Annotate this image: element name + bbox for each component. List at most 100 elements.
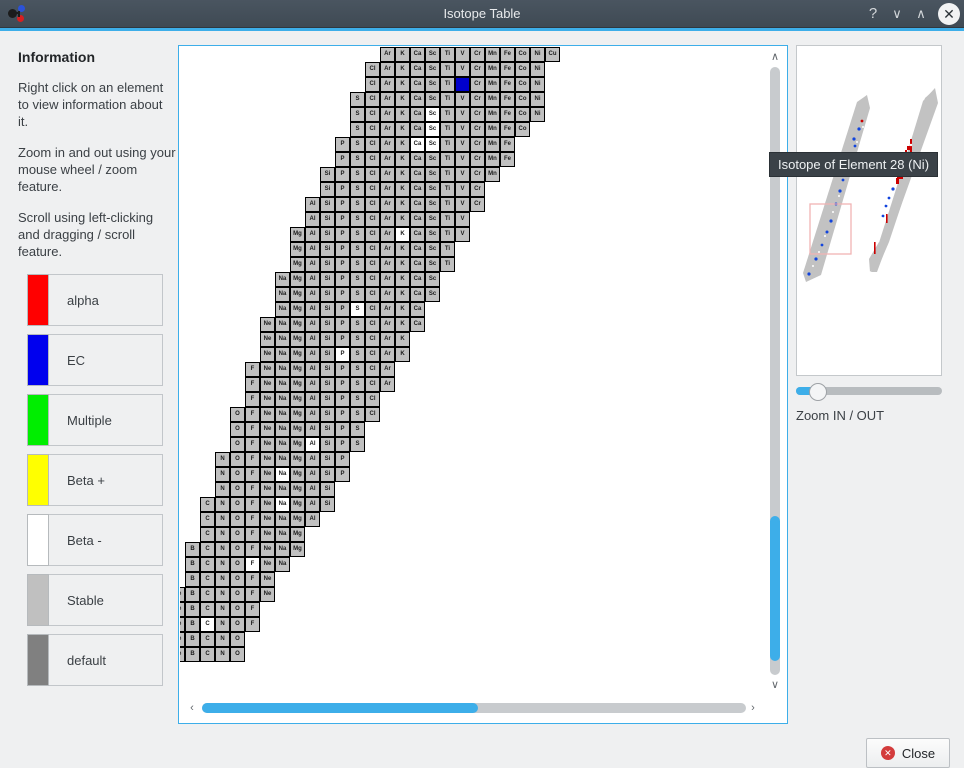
isotope-cell[interactable]: S <box>350 272 365 287</box>
isotope-cell[interactable]: Na <box>275 302 290 317</box>
isotope-cell[interactable]: V <box>455 92 470 107</box>
isotope-cell[interactable]: Ne <box>260 557 275 572</box>
isotope-cell[interactable]: Cl <box>365 347 380 362</box>
isotope-cell[interactable]: Ne <box>260 572 275 587</box>
isotope-cell[interactable]: S <box>350 212 365 227</box>
isotope-cell[interactable]: S <box>350 362 365 377</box>
isotope-cell[interactable]: P <box>335 377 350 392</box>
isotope-cell[interactable]: Cu <box>545 47 560 62</box>
isotope-cell[interactable]: Ca <box>410 167 425 182</box>
minimap-overview[interactable] <box>796 45 942 376</box>
isotope-cell[interactable]: Mg <box>290 422 305 437</box>
isotope-cell[interactable]: P <box>335 287 350 302</box>
isotope-cell[interactable]: V <box>455 167 470 182</box>
isotope-cell[interactable]: Cr <box>470 167 485 182</box>
isotope-cell[interactable]: N <box>215 467 230 482</box>
isotope-cell[interactable]: Mg <box>290 347 305 362</box>
isotope-cell[interactable]: S <box>350 317 365 332</box>
isotope-cell[interactable]: F <box>245 467 260 482</box>
isotope-cell[interactable]: V <box>455 152 470 167</box>
isotope-cell[interactable]: Ne <box>260 512 275 527</box>
isotope-cell[interactable]: K <box>395 107 410 122</box>
isotope-cell[interactable]: S <box>350 257 365 272</box>
isotope-cell[interactable]: O <box>230 647 245 662</box>
isotope-cell[interactable]: Co <box>515 47 530 62</box>
isotope-cell[interactable]: Na <box>275 497 290 512</box>
isotope-cell[interactable]: P <box>335 182 350 197</box>
isotope-cell[interactable]: Cr <box>470 182 485 197</box>
isotope-cell[interactable]: O <box>230 452 245 467</box>
isotope-cell[interactable]: Na <box>275 557 290 572</box>
isotope-cell[interactable]: Mg <box>290 497 305 512</box>
isotope-cell[interactable]: Cl <box>365 287 380 302</box>
isotope-cell[interactable]: K <box>395 317 410 332</box>
isotope-cell[interactable]: Si <box>320 377 335 392</box>
isotope-cell[interactable]: N <box>215 647 230 662</box>
close-icon[interactable]: ✕ <box>938 3 960 25</box>
isotope-cell[interactable]: Ar <box>380 287 395 302</box>
isotope-cell[interactable]: V <box>455 122 470 137</box>
isotope-cell[interactable]: K <box>395 197 410 212</box>
isotope-cell[interactable]: Ar <box>380 47 395 62</box>
isotope-cell[interactable]: Cl <box>365 107 380 122</box>
isotope-cell[interactable]: Na <box>275 332 290 347</box>
isotope-cell[interactable]: C <box>200 647 215 662</box>
isotope-cell[interactable]: Ne <box>260 362 275 377</box>
isotope-chart-viewport[interactable]: Ar K Ca Sc Ti V Cr Mn Fe Co Ni Cu Cl Ar K Ca Sc Ti V Cr Mn Fe… <box>180 47 765 695</box>
isotope-cell[interactable]: Cl <box>365 242 380 257</box>
isotope-cell[interactable]: P <box>335 167 350 182</box>
isotope-cell[interactable]: F <box>245 527 260 542</box>
isotope-cell[interactable]: Mg <box>290 362 305 377</box>
isotope-cell[interactable]: Cr <box>470 152 485 167</box>
isotope-cell[interactable]: Ca <box>410 122 425 137</box>
isotope-cell[interactable]: S <box>350 377 365 392</box>
isotope-cell[interactable]: F <box>245 422 260 437</box>
isotope-cell[interactable]: B <box>185 602 200 617</box>
isotope-cell[interactable]: V <box>455 107 470 122</box>
isotope-cell[interactable]: Ne <box>260 527 275 542</box>
isotope-cell[interactable]: Ar <box>380 227 395 242</box>
isotope-cell[interactable]: N <box>215 632 230 647</box>
isotope-cell[interactable]: Cr <box>470 137 485 152</box>
isotope-cell[interactable]: N <box>215 542 230 557</box>
isotope-cell[interactable]: N <box>215 512 230 527</box>
isotope-cell[interactable]: Ar <box>380 77 395 92</box>
isotope-cell[interactable]: V <box>455 212 470 227</box>
isotope-cell[interactable]: Ca <box>410 242 425 257</box>
isotope-cell[interactable]: S <box>350 227 365 242</box>
isotope-cell[interactable]: Sc <box>425 197 440 212</box>
isotope-cell[interactable]: K <box>395 287 410 302</box>
isotope-cell[interactable]: V <box>455 227 470 242</box>
isotope-cell[interactable]: S <box>350 197 365 212</box>
isotope-cell[interactable]: C <box>200 617 215 632</box>
isotope-cell[interactable]: Ne <box>260 482 275 497</box>
isotope-cell[interactable]: Si <box>320 362 335 377</box>
isotope-cell[interactable]: Na <box>275 317 290 332</box>
isotope-cell[interactable]: Mg <box>290 512 305 527</box>
isotope-cell[interactable]: Al <box>305 212 320 227</box>
isotope-cell[interactable]: Cr <box>470 62 485 77</box>
isotope-cell[interactable]: Al <box>305 422 320 437</box>
isotope-cell[interactable]: Si <box>320 437 335 452</box>
isotope-cell[interactable]: Sc <box>425 122 440 137</box>
isotope-cell[interactable]: F <box>245 602 260 617</box>
isotope-cell[interactable]: O <box>230 602 245 617</box>
isotope-cell[interactable]: Mn <box>485 167 500 182</box>
isotope-cell[interactable]: K <box>395 152 410 167</box>
isotope-cell[interactable]: Ca <box>410 227 425 242</box>
isotope-cell[interactable]: C <box>200 557 215 572</box>
isotope-cell[interactable]: Ca <box>410 137 425 152</box>
isotope-cell[interactable]: Cl <box>365 392 380 407</box>
isotope-cell[interactable]: Na <box>275 407 290 422</box>
isotope-cell[interactable]: Ar <box>380 167 395 182</box>
isotope-cell[interactable]: Ti <box>440 122 455 137</box>
isotope-cell[interactable]: Cr <box>470 107 485 122</box>
isotope-cell[interactable]: O <box>230 617 245 632</box>
isotope-cell[interactable]: Na <box>275 272 290 287</box>
isotope-cell[interactable]: Si <box>320 272 335 287</box>
zoom-slider[interactable] <box>796 383 942 401</box>
isotope-cell[interactable]: Ni <box>530 107 545 122</box>
isotope-cell[interactable]: O <box>230 557 245 572</box>
isotope-cell[interactable]: Mn <box>485 107 500 122</box>
isotope-cell[interactable]: Al <box>305 377 320 392</box>
